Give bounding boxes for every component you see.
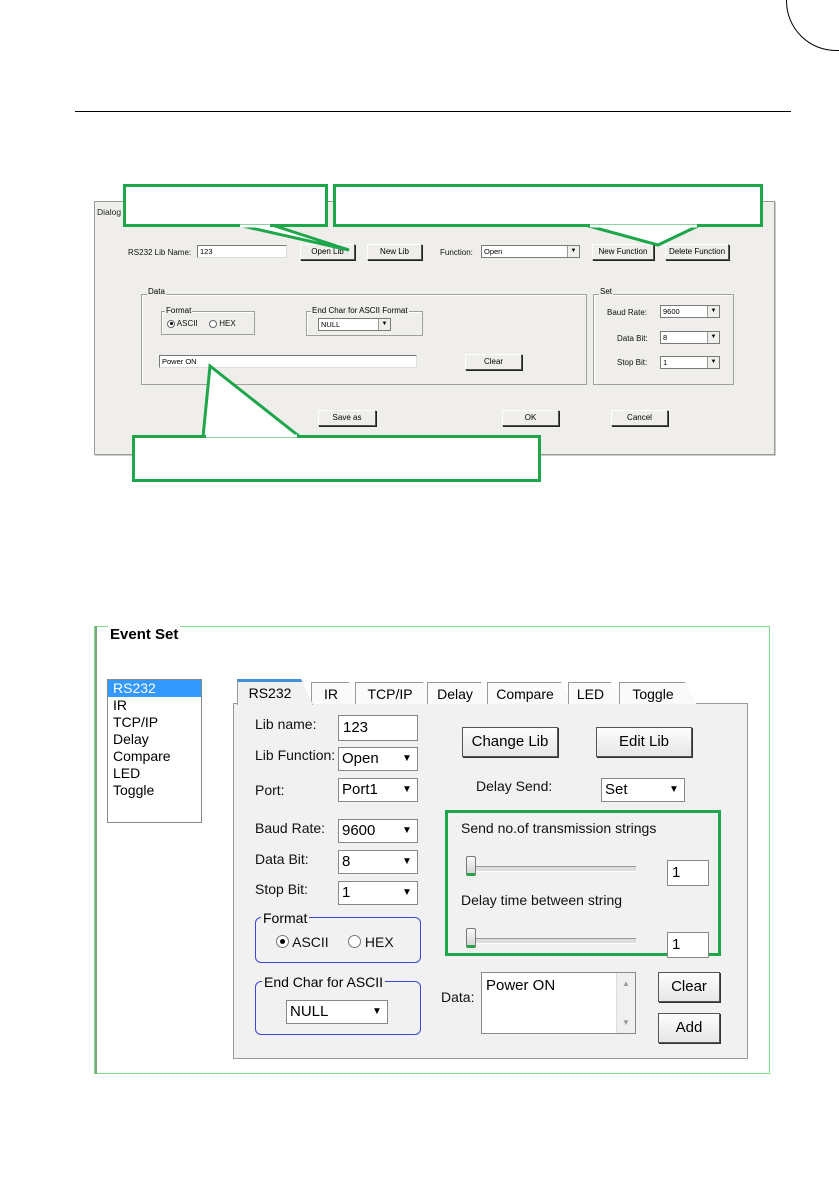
ascii-radio[interactable]: ASCII	[276, 934, 329, 950]
tab-tcpip[interactable]: TCP/IP	[355, 682, 435, 704]
add-button[interactable]: Add	[658, 1013, 720, 1043]
list-item[interactable]: Delay	[108, 731, 201, 748]
stop-bit-select[interactable]: 1 ▼	[338, 881, 418, 905]
clear-button[interactable]: Clear	[658, 972, 720, 1002]
event-type-list[interactable]: RS232 IR TCP/IP Delay Compare LED Toggle	[107, 679, 202, 823]
baud-rate-select[interactable]: 9600 ▼	[338, 819, 418, 843]
change-lib-button[interactable]: Change Lib	[462, 727, 558, 757]
send-strings-slider-thumb[interactable]	[466, 856, 476, 876]
send-strings-input[interactable]: 1	[667, 860, 709, 886]
port-label: Port:	[255, 782, 285, 798]
delay-between-slider-track[interactable]	[466, 938, 636, 944]
delay-send-select[interactable]: Set ▼	[601, 778, 685, 802]
scroll-down-icon[interactable]: ▼	[622, 1018, 630, 1027]
data-bit-label: Data Bit:	[255, 851, 309, 867]
data-scrollbar[interactable]: ▲ ▼	[616, 973, 635, 1033]
end-char-group-label: End Char for ASCII	[262, 974, 386, 990]
delay-between-label: Delay time between string	[461, 892, 623, 908]
event-set-title: Event Set	[108, 626, 181, 643]
chevron-down-icon[interactable]: ▼	[398, 821, 416, 841]
port-value: Port1	[342, 781, 378, 798]
delay-send-value: Set	[605, 781, 628, 798]
lib-name-label: Lib name:	[255, 716, 317, 732]
lib-name-input[interactable]: 123	[338, 715, 418, 741]
radio-unselected-icon	[348, 935, 361, 948]
edit-lib-button[interactable]: Edit Lib	[596, 727, 692, 757]
hex-radio[interactable]: HEX	[348, 934, 394, 950]
list-item[interactable]: LED	[108, 765, 201, 782]
baud-rate-value: 9600	[342, 822, 376, 839]
chevron-down-icon[interactable]: ▼	[398, 852, 416, 872]
stop-bit-value: 1	[342, 884, 351, 901]
list-item[interactable]: Compare	[108, 748, 201, 765]
chevron-down-icon[interactable]: ▼	[398, 883, 416, 903]
chevron-down-icon[interactable]: ▼	[398, 780, 416, 800]
radio-selected-icon	[276, 935, 289, 948]
lib-function-label: Lib Function:	[255, 747, 336, 763]
delay-between-slider-thumb[interactable]	[466, 928, 476, 948]
ascii-label: ASCII	[292, 934, 329, 950]
data-textarea[interactable]: Power ON ▲ ▼	[481, 972, 636, 1034]
list-item[interactable]: RS232	[108, 680, 201, 697]
data-label: Data:	[441, 989, 475, 1005]
tab-toggle[interactable]: Toggle	[619, 682, 697, 704]
scroll-up-icon[interactable]: ▲	[622, 979, 630, 988]
list-item[interactable]: TCP/IP	[108, 714, 201, 731]
panel-left-border	[95, 626, 97, 1074]
baud-rate-label: Baud Rate:	[255, 820, 326, 836]
format-group-label: Format	[261, 910, 310, 926]
data-textarea-value: Power ON	[486, 977, 556, 994]
chevron-down-icon[interactable]: ▼	[368, 1002, 386, 1022]
callout-pointer-fills	[206, 224, 697, 438]
list-item[interactable]: IR	[108, 697, 201, 714]
stop-bit-label: Stop Bit:	[255, 881, 308, 897]
delay-between-input[interactable]: 1	[667, 932, 709, 958]
chevron-down-icon[interactable]: ▼	[398, 749, 416, 769]
end-char-value: NULL	[290, 1003, 329, 1020]
end-char-select[interactable]: NULL ▼	[286, 1000, 388, 1024]
send-strings-slider-track[interactable]	[466, 866, 636, 872]
lib-function-value: Open	[342, 750, 379, 767]
tab-rs232[interactable]: RS232	[237, 679, 313, 705]
data-bit-value: 8	[342, 853, 351, 870]
hex-label: HEX	[364, 934, 394, 950]
send-strings-label: Send no.of transmission strings	[461, 820, 657, 836]
port-select[interactable]: Port1 ▼	[338, 778, 418, 802]
chevron-down-icon[interactable]: ▼	[665, 780, 683, 800]
tab-compare[interactable]: Compare	[487, 682, 573, 704]
list-item[interactable]: Toggle	[108, 782, 201, 799]
delay-send-label: Delay Send:	[476, 778, 553, 794]
lib-function-select[interactable]: Open ▼	[338, 747, 418, 771]
data-bit-select[interactable]: 8 ▼	[338, 850, 418, 874]
